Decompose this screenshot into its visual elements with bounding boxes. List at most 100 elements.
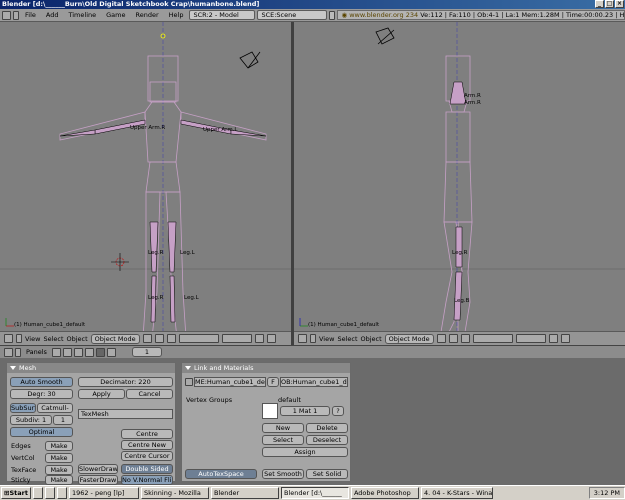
draw-type-icon[interactable] bbox=[436, 334, 446, 343]
slowerdraw-button[interactable]: SlowerDraw bbox=[78, 464, 118, 474]
render-levels-slider[interactable]: 1 bbox=[53, 415, 73, 425]
mode-selector[interactable]: Object Mode bbox=[90, 333, 140, 344]
lock-icon[interactable] bbox=[548, 334, 558, 343]
render-icon[interactable] bbox=[266, 334, 276, 343]
taskbar-item[interactable]: Blender [d:\______ bbox=[280, 487, 349, 499]
apply-button[interactable]: Apply bbox=[78, 389, 125, 399]
scene-selector[interactable]: SCE:Scene bbox=[257, 10, 328, 20]
sticky-make-button[interactable]: Make bbox=[45, 475, 73, 485]
collapse-menu-icon[interactable] bbox=[310, 334, 316, 343]
taskbar-item[interactable]: 4. 04 - K-Stars - Winamp bbox=[420, 487, 493, 499]
render-icon[interactable] bbox=[560, 334, 570, 343]
layer-buttons-2[interactable] bbox=[515, 334, 546, 343]
collapse-menu-icon[interactable] bbox=[13, 10, 19, 20]
menu-view[interactable]: View bbox=[319, 335, 334, 343]
mesh-browse-icon[interactable] bbox=[185, 378, 193, 386]
scene-close-icon[interactable] bbox=[329, 10, 336, 20]
script-icon[interactable] bbox=[62, 347, 72, 357]
frame-number[interactable]: 1 bbox=[131, 347, 162, 357]
logic-icon[interactable] bbox=[51, 347, 61, 357]
decimator-slider[interactable]: Decimator: 220 bbox=[78, 377, 173, 387]
centre-cursor-button[interactable]: Centre Cursor bbox=[121, 451, 173, 461]
pivot-icon[interactable] bbox=[154, 334, 164, 343]
layer-buttons-2[interactable] bbox=[221, 334, 252, 343]
menu-help[interactable]: Help bbox=[165, 11, 188, 19]
set-smooth-button[interactable]: Set Smooth bbox=[262, 469, 304, 479]
material-index-selector[interactable]: 1 Mat 1 bbox=[280, 406, 330, 416]
viewport-side[interactable]: Arm.R Arm.R Leg.R Leg.B (1) Human_cube1_… bbox=[294, 22, 625, 331]
subsurf-type-select[interactable]: Catmull- bbox=[37, 403, 73, 413]
select-material-button[interactable]: Select bbox=[262, 435, 304, 445]
cancel-button[interactable]: Cancel bbox=[126, 389, 173, 399]
edges-make-button[interactable]: Make bbox=[45, 441, 73, 451]
material-color-swatch[interactable] bbox=[262, 403, 278, 419]
no-v-normal-flip-toggle[interactable]: No V.Normal Flip bbox=[121, 475, 173, 485]
autotexspace-toggle[interactable]: AutoTexSpace bbox=[185, 469, 257, 479]
texmesh-field[interactable]: TexMesh bbox=[78, 409, 173, 419]
menu-view[interactable]: View bbox=[25, 335, 40, 343]
optimal-toggle[interactable]: Optimal bbox=[10, 427, 73, 437]
double-sided-toggle[interactable]: Double Sided bbox=[121, 464, 173, 474]
vertcol-make-button[interactable]: Make bbox=[45, 453, 73, 463]
quicklaunch-icon[interactable] bbox=[56, 487, 67, 499]
auto-smooth-toggle[interactable]: Auto Smooth bbox=[10, 377, 73, 387]
layer-buttons[interactable] bbox=[178, 334, 219, 343]
editing-icon[interactable] bbox=[95, 347, 105, 357]
manipulator-icon[interactable] bbox=[166, 334, 176, 343]
manipulator-icon[interactable] bbox=[460, 334, 470, 343]
degr-slider[interactable]: Degr: 30 bbox=[10, 389, 73, 399]
assign-material-button[interactable]: Assign bbox=[262, 447, 348, 457]
fasterdraw-button[interactable]: FasterDraw bbox=[78, 475, 118, 485]
subsurf-toggle[interactable]: SubSurf bbox=[10, 403, 36, 413]
taskbar-item[interactable]: Blender bbox=[210, 487, 279, 499]
menu-timeline[interactable]: Timeline bbox=[64, 11, 100, 19]
lock-icon[interactable] bbox=[254, 334, 264, 343]
new-material-button[interactable]: New bbox=[262, 423, 304, 433]
maximize-button[interactable]: □ bbox=[605, 0, 614, 8]
scene-icon[interactable] bbox=[106, 347, 116, 357]
taskbar-item[interactable]: Adobe Photoshop bbox=[350, 487, 419, 499]
start-button[interactable]: ⊞Start bbox=[1, 487, 31, 499]
fake-user-toggle[interactable]: F bbox=[267, 377, 279, 387]
quicklaunch-icon[interactable] bbox=[44, 487, 55, 499]
centre-button[interactable]: Centre bbox=[121, 429, 173, 439]
minimize-button[interactable]: _ bbox=[595, 0, 604, 8]
panels-label[interactable]: Panels bbox=[23, 348, 50, 356]
collapse-menu-icon[interactable] bbox=[15, 347, 21, 357]
collapse-menu-icon[interactable] bbox=[16, 334, 22, 343]
object-name-field[interactable]: OB:Human_cube1_default bbox=[280, 377, 348, 387]
editor-type-icon[interactable] bbox=[298, 334, 307, 343]
editor-type-icon[interactable] bbox=[4, 347, 13, 357]
menu-add[interactable]: Add bbox=[42, 11, 63, 19]
menu-object[interactable]: Object bbox=[361, 335, 382, 343]
taskbar-item[interactable]: Skinning - Mozilla bbox=[140, 487, 209, 499]
mode-selector[interactable]: Object Mode bbox=[384, 333, 434, 344]
menu-select[interactable]: Select bbox=[43, 335, 63, 343]
taskbar-item[interactable]: 1962 - peng [lp] bbox=[68, 487, 139, 499]
viewport-front[interactable]: Upper Arm.R Upper Arm.L Leg.R Leg.L Leg.… bbox=[0, 22, 291, 331]
quicklaunch-icon[interactable] bbox=[32, 487, 43, 499]
menu-render[interactable]: Render bbox=[131, 11, 162, 19]
draw-type-icon[interactable] bbox=[142, 334, 152, 343]
delete-material-button[interactable]: Delete bbox=[306, 423, 348, 433]
mesh-panel-header[interactable]: Mesh bbox=[7, 363, 175, 373]
material-query-button[interactable]: ? bbox=[332, 406, 344, 416]
menu-game[interactable]: Game bbox=[102, 11, 129, 19]
deselect-material-button[interactable]: Deselect bbox=[306, 435, 348, 445]
menu-file[interactable]: File bbox=[21, 11, 40, 19]
mesh-name-field[interactable]: ME:Human_cube1_default bbox=[194, 377, 266, 387]
subdiv-slider[interactable]: Subdiv: 1 bbox=[10, 415, 52, 425]
link-materials-panel-header[interactable]: Link and Materials bbox=[182, 363, 350, 373]
close-button[interactable]: × bbox=[615, 0, 624, 8]
pivot-icon[interactable] bbox=[448, 334, 458, 343]
layer-buttons[interactable] bbox=[472, 334, 513, 343]
editor-type-icon[interactable] bbox=[2, 10, 11, 20]
menu-object[interactable]: Object bbox=[67, 335, 88, 343]
object-icon[interactable] bbox=[84, 347, 94, 357]
menu-select[interactable]: Select bbox=[337, 335, 357, 343]
editor-type-icon[interactable] bbox=[4, 334, 13, 343]
texface-make-button[interactable]: Make bbox=[45, 465, 73, 475]
centre-new-button[interactable]: Centre New bbox=[121, 440, 173, 450]
shading-icon[interactable] bbox=[73, 347, 83, 357]
set-solid-button[interactable]: Set Solid bbox=[306, 469, 348, 479]
